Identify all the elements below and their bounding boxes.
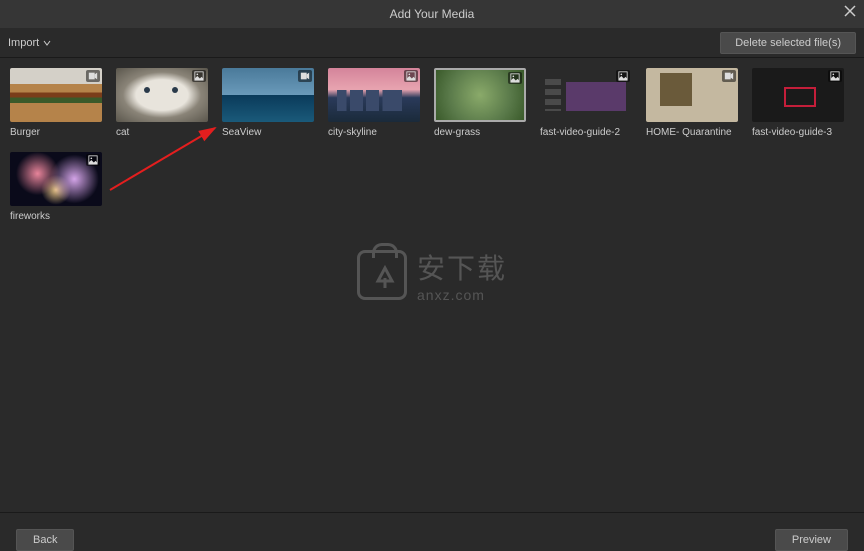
media-label: fast-video-guide-3 <box>752 127 844 138</box>
thumbnail[interactable] <box>540 68 632 122</box>
video-icon <box>298 70 312 82</box>
video-icon <box>722 70 736 82</box>
media-item[interactable]: HOME- Quarantine <box>646 68 738 138</box>
media-label: dew-grass <box>434 127 526 138</box>
media-label: HOME- Quarantine <box>646 127 738 138</box>
media-label: fast-video-guide-2 <box>540 127 632 138</box>
image-icon <box>616 70 630 82</box>
thumbnail[interactable] <box>222 68 314 122</box>
image-icon <box>86 154 100 166</box>
back-button[interactable]: Back <box>16 529 74 551</box>
chevron-down-icon <box>43 39 51 47</box>
thumbnail[interactable] <box>10 152 102 206</box>
media-label: cat <box>116 127 208 138</box>
media-item[interactable]: dew-grass <box>434 68 526 138</box>
media-label: SeaView <box>222 127 314 138</box>
bag-icon <box>357 250 407 300</box>
thumbnail[interactable] <box>434 68 526 122</box>
close-icon <box>844 5 856 17</box>
delete-selected-button[interactable]: Delete selected file(s) <box>720 32 856 54</box>
media-item[interactable]: SeaView <box>222 68 314 138</box>
media-item[interactable]: fast-video-guide-2 <box>540 68 632 138</box>
thumbnail[interactable] <box>646 68 738 122</box>
watermark: 安下载 anxz.com <box>357 247 507 303</box>
thumbnail[interactable] <box>116 68 208 122</box>
media-label: Burger <box>10 127 102 138</box>
video-icon <box>86 70 100 82</box>
dialog-title: Add Your Media <box>390 7 475 21</box>
preview-button[interactable]: Preview <box>775 529 848 551</box>
image-icon <box>828 70 842 82</box>
media-item[interactable]: fast-video-guide-3 <box>752 68 844 138</box>
image-icon <box>192 70 206 82</box>
import-dropdown[interactable]: Import <box>8 37 51 49</box>
media-item[interactable]: fireworks <box>10 152 102 222</box>
import-label: Import <box>8 37 39 49</box>
footer: Back Preview <box>0 512 864 550</box>
image-icon <box>404 70 418 82</box>
media-grid: Burger cat SeaView city-skyline dew-grass fas… <box>0 58 864 232</box>
watermark-main: 安下载 <box>417 247 507 287</box>
media-label: fireworks <box>10 211 102 222</box>
thumbnail[interactable] <box>752 68 844 122</box>
media-item[interactable]: city-skyline <box>328 68 420 138</box>
media-item[interactable]: cat <box>116 68 208 138</box>
thumbnail[interactable] <box>328 68 420 122</box>
watermark-sub: anxz.com <box>417 287 507 303</box>
media-label: city-skyline <box>328 127 420 138</box>
thumbnail[interactable] <box>10 68 102 122</box>
titlebar: Add Your Media <box>0 0 864 28</box>
close-button[interactable] <box>844 4 856 20</box>
image-icon <box>508 72 522 84</box>
toolbar: Import Delete selected file(s) <box>0 28 864 58</box>
media-item[interactable]: Burger <box>10 68 102 138</box>
